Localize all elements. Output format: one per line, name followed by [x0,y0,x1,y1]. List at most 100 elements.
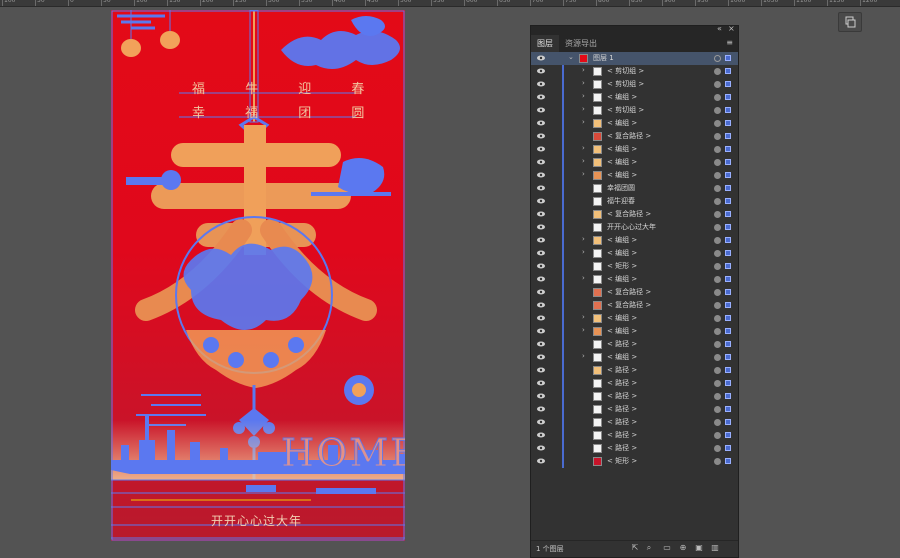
layer-row[interactable]: < 复合路径 > [531,299,738,312]
target-circle-icon[interactable] [714,107,721,114]
visibility-eye-icon[interactable] [537,146,545,152]
target-circle-icon[interactable] [714,276,721,283]
visibility-eye-icon[interactable] [537,133,545,139]
visibility-eye-icon[interactable] [537,393,545,399]
visibility-eye-icon[interactable] [537,458,545,464]
visibility-eye-icon[interactable] [537,419,545,425]
selection-color-square[interactable] [725,172,731,178]
layer-name[interactable]: < 复合路径 > [607,131,651,141]
search-icon[interactable]: ⌕ [645,544,653,552]
visibility-eye-icon[interactable] [537,302,545,308]
visibility-eye-icon[interactable] [537,341,545,347]
layer-name[interactable]: < 编组 > [607,118,637,128]
selection-color-square[interactable] [725,289,731,295]
panel-titlebar[interactable]: « × [531,24,738,34]
layer-name[interactable]: < 路径 > [607,417,637,427]
layer-name[interactable]: < 编组 > [607,235,637,245]
layer-row[interactable]: < 路径 > [531,377,738,390]
selection-color-square[interactable] [725,315,731,321]
layer-name[interactable]: < 剪切组 > [607,79,644,89]
selection-color-square[interactable] [725,146,731,152]
target-circle-icon[interactable] [714,172,721,179]
target-circle-icon[interactable] [714,445,721,452]
target-circle-icon[interactable] [714,341,721,348]
target-circle-icon[interactable] [714,419,721,426]
layer-row[interactable]: < 路径 > [531,429,738,442]
selection-color-square[interactable] [725,250,731,256]
layer-name[interactable]: < 路径 > [607,339,637,349]
layers-panel[interactable]: « × 图层 资源导出 ≡ ⌄ 图层 1 › < 剪切组 > › < 剪切组 > › < … [530,24,739,558]
layer-row[interactable]: 幸福团圆 [531,182,738,195]
layer-row[interactable]: < 路径 > [531,403,738,416]
selection-color-square[interactable] [725,445,731,451]
selection-color-square[interactable] [725,68,731,74]
layer-row[interactable]: › < 剪切组 > [531,65,738,78]
chevron-right-icon[interactable]: › [582,326,585,334]
target-circle-icon[interactable] [714,198,721,205]
selection-color-square[interactable] [725,458,731,464]
layer-name[interactable]: < 路径 > [607,391,637,401]
target-circle-icon[interactable] [714,315,721,322]
selection-color-square[interactable] [725,419,731,425]
canvas-area[interactable]: 福 牛 迎 春 幸 福 团 圆 HOME 开开心心过大年 « × 图层 资源导出… [0,7,900,558]
chevron-right-icon[interactable]: › [582,235,585,243]
chevron-right-icon[interactable]: › [582,352,585,360]
selection-color-square[interactable] [725,185,731,191]
visibility-eye-icon[interactable] [537,172,545,178]
selection-color-square[interactable] [725,133,731,139]
chevron-right-icon[interactable]: › [582,170,585,178]
layer-name[interactable]: < 剪切组 > [607,105,644,115]
visibility-eye-icon[interactable] [537,185,545,191]
chevron-down-icon[interactable]: ⌄ [568,53,574,61]
layer-row[interactable]: < 复合路径 > [531,130,738,143]
target-circle-icon[interactable] [714,159,721,166]
selection-color-square[interactable] [725,341,731,347]
selection-color-square[interactable] [725,94,731,100]
selection-color-square[interactable] [725,159,731,165]
layer-name[interactable]: < 编组 > [607,92,637,102]
selection-color-square[interactable] [725,81,731,87]
layer-name[interactable]: < 矩形 > [607,456,637,466]
arrange-documents-button[interactable] [838,12,862,32]
layer-row[interactable]: › < 编组 > [531,312,738,325]
target-circle-icon[interactable] [714,68,721,75]
target-circle-icon[interactable] [714,146,721,153]
chevron-right-icon[interactable]: › [582,144,585,152]
selection-color-square[interactable] [725,198,731,204]
sublayer-icon[interactable]: ⊕ [679,544,687,552]
chevron-right-icon[interactable]: › [582,118,585,126]
layer-name[interactable]: 幸福团圆 [607,183,635,193]
target-circle-icon[interactable] [714,211,721,218]
tab-asset-export[interactable]: 资源导出 [559,35,603,52]
target-circle-icon[interactable] [714,380,721,387]
layer-row[interactable]: < 路径 > [531,390,738,403]
artboard[interactable]: 福 牛 迎 春 幸 福 团 圆 HOME 开开心心过大年 [111,10,405,541]
layer-name[interactable]: < 编组 > [607,274,637,284]
close-panel-icon[interactable]: × [728,24,735,33]
layer-name[interactable]: < 剪切组 > [607,66,644,76]
layer-name[interactable]: 开开心心过大年 [607,222,656,232]
layer-name[interactable]: < 矩形 > [607,261,637,271]
visibility-eye-icon[interactable] [537,276,545,282]
home-text[interactable]: HOME [281,431,405,476]
layer-name[interactable]: < 编组 > [607,170,637,180]
target-circle-icon[interactable] [714,458,721,465]
layer-name[interactable]: < 路径 > [607,365,637,375]
target-circle-icon[interactable] [714,237,721,244]
layer-row[interactable]: < 路径 > [531,364,738,377]
visibility-eye-icon[interactable] [537,94,545,100]
layer-row[interactable]: < 路径 > [531,416,738,429]
target-circle-icon[interactable] [714,263,721,270]
visibility-eye-icon[interactable] [537,289,545,295]
visibility-eye-icon[interactable] [537,263,545,269]
target-circle-icon[interactable] [714,354,721,361]
target-circle-icon[interactable] [714,81,721,88]
layer-row[interactable]: › < 编组 > [531,143,738,156]
target-circle-icon[interactable] [714,224,721,231]
visibility-eye-icon[interactable] [537,328,545,334]
layer-name[interactable]: < 编组 > [607,248,637,258]
layer-row[interactable]: › < 编组 > [531,117,738,130]
layer-row[interactable]: › < 编组 > [531,169,738,182]
visibility-eye-icon[interactable] [537,107,545,113]
title-line-1[interactable]: 福 牛 迎 春 [192,78,382,97]
